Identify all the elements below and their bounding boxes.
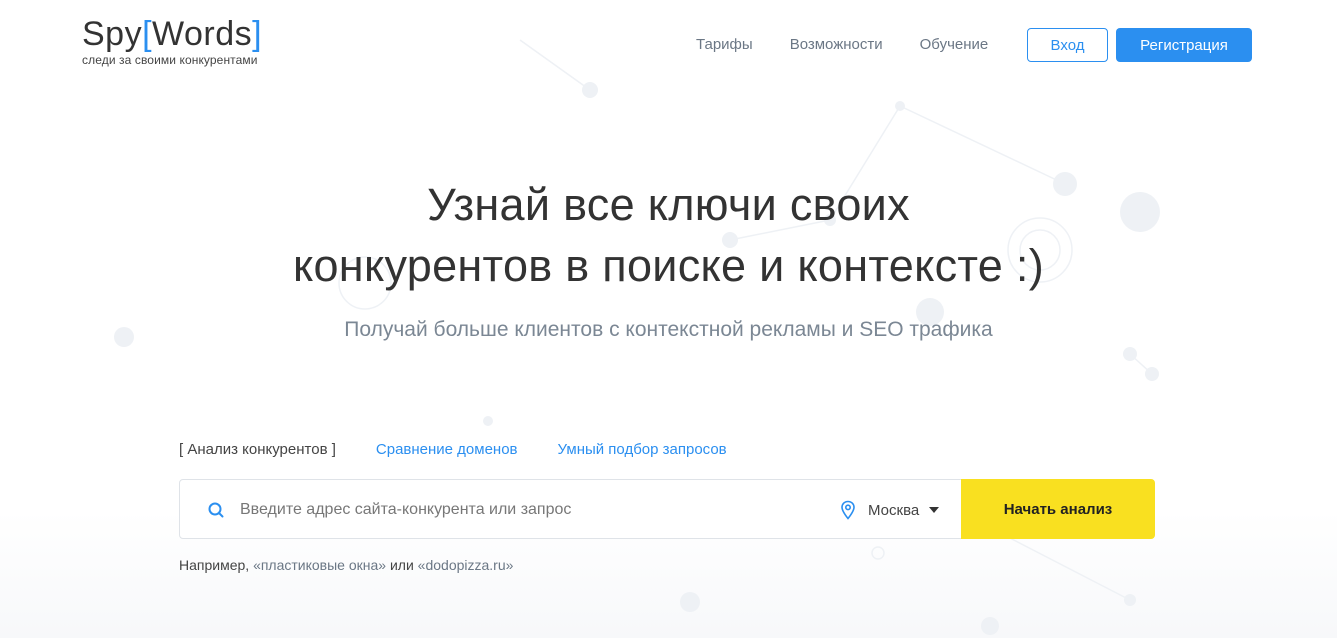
main-nav: Тарифы Возможности Обучение (696, 36, 1025, 54)
map-pin-icon (841, 500, 855, 520)
register-button[interactable]: Регистрация (1116, 28, 1252, 62)
logo-prefix: Spy (82, 15, 143, 53)
nav-link-features[interactable]: Возможности (790, 36, 883, 54)
search-input[interactable] (240, 498, 800, 522)
tab-domain-comparison[interactable]: Сравнение доменов (376, 441, 518, 458)
example-link-windows[interactable]: «пластиковые окна» (253, 557, 386, 573)
logo-word: Words (152, 15, 253, 53)
example-link-dodopizza[interactable]: «dodopizza.ru» (418, 557, 514, 573)
hero-subtitle: Получай больше клиентов с контекстной ре… (344, 318, 993, 341)
tab-competitor-analysis[interactable]: [ Анализ конкурентов ] (179, 441, 336, 458)
login-button[interactable]: Вход (1027, 28, 1108, 62)
hero-title-line-2: конкурентов в поиске и контексте :) (292, 240, 1045, 291)
nav-link-pricing[interactable]: Тарифы (696, 36, 753, 54)
region-label: Москва (868, 501, 920, 519)
search-icon (208, 502, 224, 518)
logo-wordmark: Spy[Words] (82, 14, 262, 54)
search-bar: Москва Начать анализ (179, 479, 1155, 539)
hero-title-line-1: Узнай все ключи своих (427, 179, 910, 230)
logo-tagline: следи за своими конкурентами (82, 53, 258, 67)
landing-page: Spy[Words] следи за своими конкурентами … (0, 0, 1337, 638)
hero-title: Узнай все ключи своих конкурентов в поис… (0, 174, 1337, 296)
analysis-tabs: [ Анализ конкурентов ] Сравнение доменов… (179, 441, 767, 458)
region-select[interactable]: Москва (840, 498, 940, 522)
tab-smart-query-selection[interactable]: Умный подбор запросов (558, 441, 727, 458)
nav-link-learning[interactable]: Обучение (920, 36, 989, 54)
example-prefix: Например, (179, 557, 254, 573)
chevron-down-icon (929, 507, 940, 513)
example-middle: или (386, 557, 418, 573)
start-analysis-button[interactable]: Начать анализ (961, 479, 1155, 539)
logo[interactable]: Spy[Words] следи за своими конкурентами (82, 14, 262, 67)
logo-bracket-close: ] (252, 15, 263, 53)
logo-bracket-open: [ (142, 15, 153, 53)
search-example-hint: Например, «пластиковые окна» или «dodopi… (179, 557, 513, 573)
